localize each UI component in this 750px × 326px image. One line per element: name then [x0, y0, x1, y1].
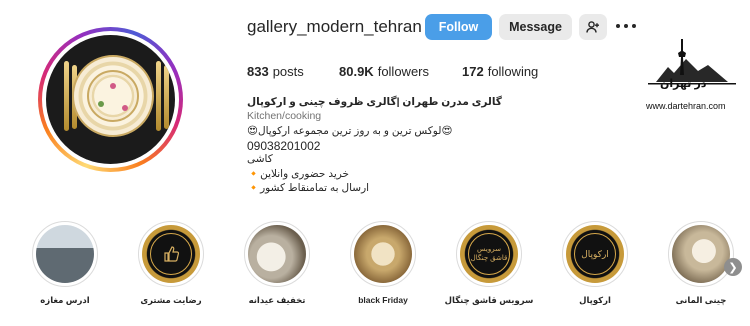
spoon-icon — [164, 65, 169, 129]
posts-stat: 833 posts — [247, 64, 304, 79]
watermark-url: www.dartehran.com — [646, 101, 726, 111]
following-count: 172 — [462, 64, 484, 79]
flower-decoration — [122, 105, 128, 111]
bio-display-name: گالری مدرن طهران |گالری ظروف چینی و ارکو… — [247, 96, 502, 108]
suggest-users-button[interactable] — [579, 14, 607, 40]
highlight-label: تخفیف عیدانه — [248, 295, 306, 305]
following-stat[interactable]: 172 following — [462, 64, 538, 79]
posts-label: posts — [272, 64, 304, 79]
shop-photo — [36, 225, 94, 283]
leaf-decoration — [98, 101, 104, 107]
avatar-border — [42, 31, 179, 168]
highlight-ring — [32, 221, 98, 287]
avatar-image — [46, 35, 175, 164]
cutlery-badge-text: سرویس قاشق چنگال — [468, 233, 510, 275]
bio-category: Kitchen/cooking — [247, 110, 322, 122]
watermark-title: در تهران — [660, 78, 707, 90]
highlight-item[interactable]: رضایت مشتری — [136, 221, 206, 306]
arcopal-badge-text: ارکوپال — [574, 233, 616, 275]
highlight-ring — [668, 221, 734, 287]
followers-stat[interactable]: 80.9K followers — [339, 64, 429, 79]
plate-small — [87, 70, 139, 122]
highlight-label: ادرس مغازه — [40, 295, 90, 305]
highlight-ring — [244, 221, 310, 287]
bio-line: 🔸ارسال به تمامنقاط کشور — [247, 182, 370, 194]
add-user-icon — [586, 21, 599, 33]
bio-line: 😍لوکس ترین و به روز ترین مجموعه ارکوپال😍 — [247, 125, 453, 137]
bio-line: کاشی — [247, 153, 273, 165]
gold-badge — [142, 225, 200, 283]
highlight-ring — [138, 221, 204, 287]
highlight-label: رضایت مشتری — [140, 295, 202, 305]
fork-icon — [64, 61, 69, 131]
followers-label: followers — [377, 64, 429, 79]
tableware-photo — [248, 225, 306, 283]
highlight-label: black Friday — [358, 295, 408, 305]
highlight-label: ارکوپال — [579, 295, 611, 305]
highlight-label: سرویس قاشق چنگال — [444, 295, 534, 305]
highlight-item[interactable]: black Friday — [348, 221, 418, 305]
highlight-label: چینی المانی — [675, 295, 727, 305]
highlight-item[interactable]: ادرس مغازه — [30, 221, 100, 306]
more-options-icon[interactable] — [616, 18, 636, 34]
next-highlights-arrow-icon[interactable]: ❯ — [724, 258, 742, 276]
gold-badge: ارکوپال — [566, 225, 624, 283]
message-button[interactable]: Message — [499, 14, 572, 40]
posts-count: 833 — [247, 64, 269, 79]
plates-photo — [354, 225, 412, 283]
highlight-ring: سرویس قاشق چنگال — [456, 221, 522, 287]
highlight-item[interactable]: ارکوپال ارکوپال — [560, 221, 630, 306]
highlight-item[interactable]: سرویس قاشق چنگال سرویس قاشق چنگال — [445, 221, 533, 306]
profile-username: gallery_modern_tehran — [247, 17, 422, 36]
flower-decoration — [110, 83, 116, 89]
highlight-ring — [350, 221, 416, 287]
followers-count: 80.9K — [339, 64, 374, 79]
bio-line: 🔸خرید حضوری وانلاین — [247, 168, 350, 180]
knife-icon — [156, 61, 161, 131]
follow-button[interactable]: Follow — [425, 14, 492, 40]
bio-phone: 09038201002 — [247, 139, 321, 153]
following-label: following — [487, 64, 539, 79]
gold-badge: سرویس قاشق چنگال — [460, 225, 518, 283]
highlight-ring: ارکوپال — [562, 221, 628, 287]
highlight-item[interactable]: تخفیف عیدانه — [242, 221, 312, 306]
thumbs-up-icon — [150, 233, 192, 275]
profile-avatar[interactable] — [38, 27, 183, 172]
china-photo — [672, 225, 730, 283]
